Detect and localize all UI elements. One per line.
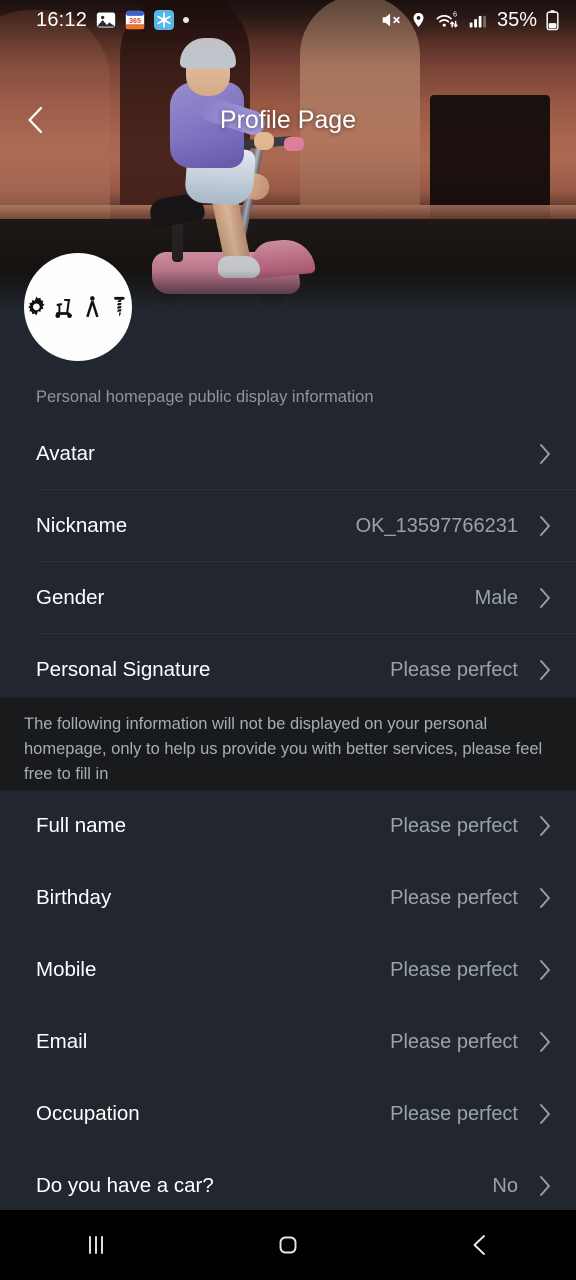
location-icon xyxy=(413,12,424,28)
chevron-right-icon xyxy=(532,514,552,538)
wifi-6-icon: 6 xyxy=(436,10,458,28)
row-label: Personal Signature xyxy=(36,658,211,681)
screw-icon xyxy=(114,296,125,317)
title-bar: Profile Page xyxy=(0,96,576,144)
recents-icon[interactable] xyxy=(51,1210,141,1280)
home-icon[interactable] xyxy=(243,1210,333,1280)
row-label: Mobile xyxy=(36,958,97,981)
row-label: Avatar xyxy=(36,442,95,465)
row-value: Male xyxy=(474,586,518,609)
system-nav-bar xyxy=(0,1210,576,1280)
row-value: Please perfect xyxy=(390,1030,518,1053)
chevron-right-icon xyxy=(532,1030,552,1054)
back-icon[interactable] xyxy=(435,1210,525,1280)
row-value: Please perfect xyxy=(390,1102,518,1125)
chevron-right-icon xyxy=(532,1102,552,1126)
cellular-signal-icon xyxy=(469,15,486,28)
row-label: Birthday xyxy=(36,886,112,909)
row-label: Full name xyxy=(36,814,127,837)
row-label: Email xyxy=(36,1030,88,1053)
gear-icon xyxy=(28,296,45,316)
caliper-icon xyxy=(85,296,99,318)
chevron-right-icon xyxy=(532,958,552,982)
row-avatar[interactable]: Avatar xyxy=(0,418,576,490)
gallery-icon xyxy=(96,12,116,28)
row-value: No xyxy=(492,1174,518,1197)
row-mobile[interactable]: Mobile Please perfect xyxy=(0,934,576,1006)
calendar-365-icon: 365 xyxy=(125,10,145,30)
public-info-list: Avatar Nickname OK_13597766231 Gender Ma… xyxy=(0,418,576,706)
row-value: Please perfect xyxy=(390,814,518,837)
chevron-right-icon xyxy=(532,442,552,466)
row-value: Please perfect xyxy=(390,658,518,681)
notification-dot xyxy=(183,17,190,23)
status-time: 16:12 xyxy=(36,8,88,31)
chevron-right-icon xyxy=(532,886,552,910)
row-full-name[interactable]: Full name Please perfect xyxy=(0,790,576,862)
public-section-label: Personal homepage public display informa… xyxy=(36,388,374,406)
row-occupation[interactable]: Occupation Please perfect xyxy=(0,1078,576,1150)
row-label: Nickname xyxy=(36,514,128,537)
chevron-right-icon xyxy=(532,814,552,838)
status-bar: 16:12 365 6 35% xyxy=(0,0,576,40)
row-value: OK_13597766231 xyxy=(355,514,518,537)
row-birthday[interactable]: Birthday Please perfect xyxy=(0,862,576,934)
battery-percent: 35% xyxy=(496,8,537,31)
private-info-list: Full name Please perfect Birthday Please… xyxy=(0,790,576,1222)
row-label: Do you have a car? xyxy=(36,1174,214,1197)
privacy-notice-text: The following information will not be di… xyxy=(24,715,543,783)
back-chevron-icon[interactable] xyxy=(18,102,54,138)
status-bar-left: 16:12 365 xyxy=(36,8,190,32)
phone-screen: 16:12 365 6 35% Profile Page Personal ho… xyxy=(0,0,576,1280)
chevron-right-icon xyxy=(532,586,552,610)
privacy-notice: The following information will not be di… xyxy=(0,698,576,790)
row-nickname[interactable]: Nickname OK_13597766231 xyxy=(0,490,576,562)
row-gender[interactable]: Gender Male xyxy=(0,562,576,634)
avatar[interactable] xyxy=(24,253,132,361)
row-email[interactable]: Email Please perfect xyxy=(0,1006,576,1078)
scooter-icon xyxy=(55,298,72,319)
page-title: Profile Page xyxy=(219,105,357,134)
row-value: Please perfect xyxy=(390,958,518,981)
row-value: Please perfect xyxy=(390,886,518,909)
row-label: Occupation xyxy=(36,1102,140,1125)
mute-icon xyxy=(382,13,400,27)
row-personal-signature[interactable]: Personal Signature Please perfect xyxy=(0,634,576,706)
svg-text:365: 365 xyxy=(129,17,141,25)
row-label: Gender xyxy=(36,586,105,609)
chevron-right-icon xyxy=(532,658,552,682)
snowflake-app-icon xyxy=(154,10,175,30)
chevron-right-icon xyxy=(532,1174,552,1198)
svg-text:6: 6 xyxy=(453,10,457,19)
status-bar-right: 6 35% xyxy=(380,9,560,32)
battery-icon xyxy=(546,10,559,31)
